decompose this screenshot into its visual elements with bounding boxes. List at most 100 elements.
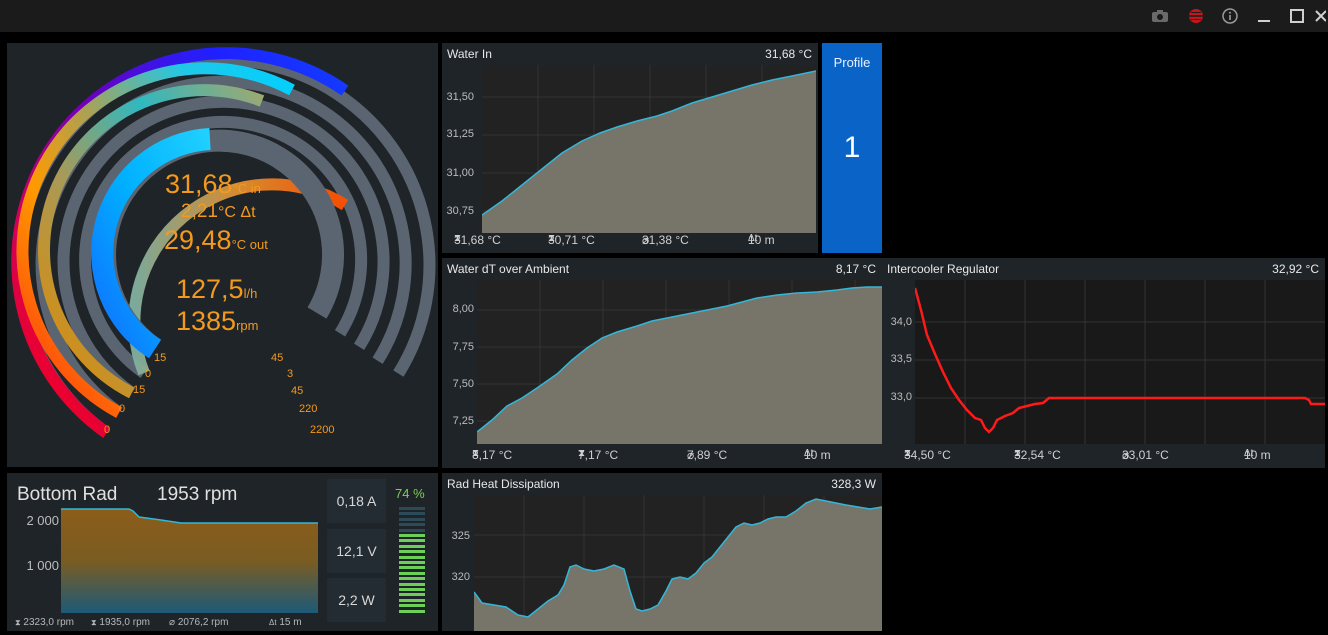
water-dt-plot <box>477 280 882 444</box>
duty-meter-segment <box>399 512 425 516</box>
temp-out-value: 29,48 <box>164 225 232 255</box>
rpm-unit: rpm <box>236 318 259 333</box>
current-readout: 0,18 A <box>327 479 386 523</box>
area-fill <box>477 287 882 444</box>
duty-meter-segment <box>399 528 425 532</box>
title-bar <box>0 0 1328 32</box>
fan-rpm: 1953 rpm <box>157 484 238 505</box>
y-tick-label: 1 000 <box>26 558 59 573</box>
scale-right-label: 45 <box>271 352 284 364</box>
power-readout: 2,2 W <box>327 578 386 622</box>
rpm-value: 1385 <box>176 306 237 336</box>
camera-icon[interactable] <box>1150 6 1170 26</box>
bottom-rad-panel[interactable]: Bottom Rad 1953 rpm 2 000 1 000 ⧗ 2323,0… <box>7 473 438 631</box>
y-tick-label: 33,0 <box>890 391 912 403</box>
scale-left-label: 0 <box>104 424 111 436</box>
y-tick-label: 325 <box>451 530 470 542</box>
rad-heat-plot <box>474 495 882 631</box>
flow-readout: 127,5l/h <box>176 274 257 305</box>
delta-unit: °C Δt <box>217 204 256 221</box>
y-tick-label: 2 000 <box>26 513 59 528</box>
stats-row: ⧗ 8,17 °C ⧗ 7,17 °C ⌀ 7,89 °C Δt 10 m <box>472 448 831 462</box>
duty-meter-segment <box>399 539 425 543</box>
close-icon[interactable] <box>1313 6 1327 26</box>
water-in-plot <box>482 65 816 233</box>
intercooler-panel[interactable]: Intercooler Regulator 32,92 °C 34,0 33,5… <box>882 258 1325 468</box>
scale-left-label: 0 <box>119 403 126 415</box>
flow-unit: l/h <box>243 286 258 301</box>
duty-meter-segment <box>399 598 425 602</box>
panel-value: 32,92 °C <box>1272 262 1319 276</box>
area-fill <box>61 509 318 613</box>
scale-right-label: 3 <box>287 368 294 380</box>
y-tick-label: 31,00 <box>446 167 474 179</box>
duty-meter-segment <box>399 561 425 564</box>
panel-value: 8,17 °C <box>835 262 876 276</box>
duty-meter-segment <box>399 517 425 521</box>
stat-avg: ⌀ 2076,2 rpm <box>169 617 229 628</box>
info-icon[interactable] <box>1220 6 1240 26</box>
duty-meter <box>399 507 425 625</box>
y-tick-label: 31,50 <box>446 91 474 103</box>
duty-meter-segment <box>399 550 425 554</box>
temp-out-readout: 29,48°C out <box>164 225 268 256</box>
scale-left-label: 15 <box>133 384 146 396</box>
duty-meter-segment <box>399 588 425 591</box>
y-tick-label: 30,75 <box>446 205 474 217</box>
duty-meter-segment <box>399 604 425 608</box>
y-tick-label: 8,00 <box>452 303 474 315</box>
profile-label: Profile <box>833 55 871 70</box>
y-tick-label: 34,0 <box>890 316 912 328</box>
scale-right-label: 2200 <box>310 424 335 436</box>
rpm-readout: 1385rpm <box>176 306 258 337</box>
temp-in-value: 31,68 <box>165 169 233 199</box>
temp-in-unit: °C in <box>232 181 261 196</box>
maximize-icon[interactable] <box>1287 6 1307 26</box>
stats-row: ⧗ 34,50 °C ⧗ 32,54 °C ⌀ 33,01 °C Δt 10 m <box>904 448 1271 462</box>
delta-readout: 2,21°C Δt <box>181 201 256 223</box>
scale-left-label: 0 <box>145 368 152 380</box>
panel-value: 328,3 W <box>831 477 876 491</box>
y-tick-label: 7,75 <box>452 341 474 353</box>
y-tick-label: 320 <box>451 571 470 583</box>
record-icon[interactable] <box>1186 6 1206 26</box>
panel-value: 31,68 °C <box>765 47 812 61</box>
minimize-icon[interactable] <box>1254 6 1274 26</box>
profile-button[interactable]: Profile 1 <box>822 43 882 253</box>
duty-meter-segment <box>399 534 425 537</box>
panel-title: Water dT over Ambient <box>447 262 570 276</box>
stats-row: ⧗ 31,68 °C ⧗ 30,71 °C ⌀ 31,38 °C Δt 10 m <box>454 233 775 247</box>
duty-meter-segment <box>399 593 425 597</box>
bottom-rad-plot <box>61 508 318 613</box>
y-tick-label: 33,5 <box>890 353 912 365</box>
y-tick-label: 7,50 <box>452 378 474 390</box>
duty-meter-segment <box>399 582 425 586</box>
gauge-panel: 31,68°C in 2,21°C Δt 29,48°C out 127,5l/… <box>7 43 438 467</box>
duty-meter-segment <box>399 544 425 548</box>
voltage-readout: 12,1 V <box>327 529 386 573</box>
panel-title: Water In <box>447 47 492 61</box>
y-tick-label: 7,25 <box>452 415 474 427</box>
duty-meter-segment <box>399 507 425 510</box>
delta-value: 2,21 <box>181 201 218 222</box>
panel-title: Rad Heat Dissipation <box>447 477 560 491</box>
scale-right-label: 220 <box>299 403 318 415</box>
profile-number: 1 <box>843 131 861 164</box>
duty-meter-segment <box>399 609 425 613</box>
duty-meter-segment <box>399 555 425 559</box>
duty-percent: 74 % <box>395 486 425 501</box>
stats-row: ⧗ 2323,0 rpm ⧗ 1935,0 rpm ⌀ 2076,2 rpm Δ… <box>15 617 325 630</box>
scale-left-label: 15 <box>154 352 167 364</box>
stat-max: ⧗ 2323,0 rpm <box>15 617 74 628</box>
intercooler-plot <box>915 280 1325 444</box>
temp-in-readout: 31,68°C in <box>165 169 261 200</box>
water-dt-panel[interactable]: Water dT over Ambient 8,17 °C 8,00 7,75 … <box>442 258 882 468</box>
scale-right-label: 45 <box>291 385 304 397</box>
panel-title: Bottom Rad <box>17 484 118 505</box>
duty-meter-segment <box>399 577 425 581</box>
rad-heat-panel[interactable]: Rad Heat Dissipation 328,3 W 325 320 <box>442 473 882 631</box>
flow-value: 127,5 <box>176 274 244 304</box>
water-in-panel[interactable]: Water In 31,68 °C 31,50 31,25 31,00 30,7… <box>442 43 818 253</box>
duty-meter-segment <box>399 523 425 527</box>
y-tick-label: 31,25 <box>446 128 474 140</box>
